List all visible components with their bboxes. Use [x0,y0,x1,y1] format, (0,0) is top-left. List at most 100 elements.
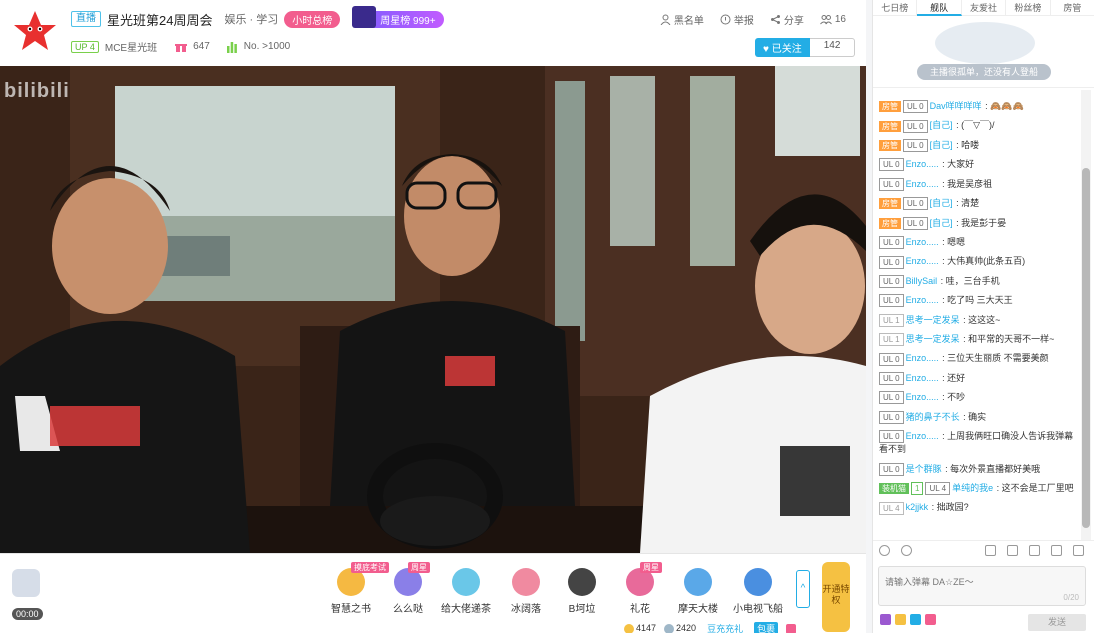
user-badge[interactable]: 房管 [879,198,901,210]
report-button[interactable]: 举报 [720,12,754,27]
user-badge[interactable]: 房管 [879,217,901,229]
gold-icon[interactable] [895,614,906,625]
gift-item[interactable]: B坷垃 [552,568,612,615]
chat-username[interactable]: Enzo..... [906,256,939,266]
user-badge[interactable]: UL 1 [879,313,904,327]
user-badge[interactable]: UL 4 [925,482,951,496]
share-button[interactable]: 分享 [770,12,804,27]
chat-username[interactable]: [自己] [930,218,953,228]
expand-gifts-button[interactable]: ^ [796,570,810,608]
tab-rank[interactable]: 粉丝榜 [1006,0,1051,16]
chat-username[interactable]: [自己] [930,198,953,208]
help-icon[interactable] [910,614,921,625]
hour-rank-button[interactable]: 小时总榜 [284,10,341,28]
chat-username[interactable]: Enzo..... [906,431,939,441]
user-badge[interactable]: UL 0 [879,274,904,288]
tab-rank[interactable]: 七日榜 [873,0,918,16]
chat-username[interactable]: 思考一定发呆 [906,334,960,344]
viewer-count: 16 [819,12,846,27]
block-icon[interactable] [1007,545,1018,556]
palette-icon[interactable] [901,545,912,556]
user-badge[interactable]: UL 0 [879,236,904,250]
window-icon[interactable] [1029,545,1040,556]
chat-username[interactable]: k2jjkk [906,502,929,512]
chat-username[interactable]: Enzo..... [906,353,939,363]
clear-icon[interactable] [1073,545,1084,556]
scrollbar-thumb[interactable] [1082,168,1090,528]
tab-rank[interactable]: 房管 [1050,0,1094,16]
gift-item[interactable]: 冰阔落 [496,568,556,615]
user-badge[interactable]: UL 0 [903,138,928,152]
chat-username[interactable]: 猪的鼻子不长 [906,412,960,422]
user-badge[interactable]: 房管 [879,139,901,151]
user-badge[interactable]: UL 0 [879,352,904,366]
user-badge[interactable]: UL 1 [879,333,904,347]
gift-item[interactable]: 周星 么么哒 [378,562,438,615]
user-badge[interactable]: UL 0 [903,216,928,230]
video-player[interactable]: bilibili [0,66,866,553]
room-category[interactable]: 娱乐 · 学习 [224,11,278,27]
user-badge[interactable]: UL 0 [879,294,904,308]
tab-rank[interactable]: 友爱社 [961,0,1007,16]
chat-username[interactable]: Enzo..... [906,159,939,169]
user-badge[interactable]: UL 0 [879,391,904,405]
blacklist-button[interactable]: 黑名单 [660,12,704,27]
gift-package-icon[interactable] [786,623,797,633]
gift-item[interactable]: 周星 礼花 [610,562,670,615]
user-badge[interactable]: UL 0 [903,100,928,114]
chat-username[interactable]: 思考一定发呆 [906,315,960,325]
danmaku-input[interactable] [879,567,1085,605]
gift-item[interactable]: 给大佬递茶 [436,568,496,615]
chat-username[interactable]: Enzo..... [906,237,939,247]
treasure-box-icon[interactable] [12,569,40,597]
user-badge[interactable]: 1 [911,482,924,496]
gift-item[interactable]: 小电视飞船 [728,568,788,615]
user-badge[interactable]: UL 0 [879,430,904,444]
vip-open-button[interactable]: 开通特权 [822,562,850,632]
user-badge[interactable]: UL 0 [879,372,904,386]
chat-username[interactable]: Enzo..... [906,373,939,383]
follower-count: 142 [809,38,856,57]
fullscreen-icon[interactable] [1051,545,1062,556]
user-badge[interactable]: UL 4 [879,501,904,515]
guard-icon[interactable] [925,614,936,625]
chat-username[interactable]: 单纯的我e [952,483,993,493]
chat-username[interactable]: Enzo..... [906,179,939,189]
package-button[interactable]: 包裹 [754,622,779,633]
user-badge[interactable]: UL 0 [879,462,904,476]
chat-username[interactable]: [自己] [930,120,953,130]
gift-icon [568,568,596,596]
gift-item[interactable]: 摸底考试 智慧之书 [321,562,389,615]
user-badge[interactable]: UL 0 [879,158,904,172]
week-star-button[interactable]: 周星榜 999+ [352,5,444,28]
chat-username[interactable]: [自己] [930,140,953,150]
recharge-link[interactable]: 豆充充礼 [704,622,746,633]
chat-message: UL 1 思考一定发呆 : 这这这~ [879,313,1077,327]
chat-username[interactable]: Enzo..... [906,392,939,402]
user-badge[interactable]: UL 0 [903,197,928,211]
user-badge[interactable]: UL 0 [879,177,904,191]
user-badge[interactable]: 房管 [879,120,901,132]
chat-username[interactable]: BillySail [906,276,938,286]
share-icon [770,15,780,24]
gift-item[interactable]: 摩天大楼 [668,568,728,615]
user-badge[interactable]: 房管 [879,101,901,113]
anchor-name[interactable]: MCE星光班 [105,39,157,54]
medal-icon[interactable] [880,614,891,625]
send-button[interactable]: 发送 [1028,614,1086,631]
room-rank: No. >1000 [243,41,291,52]
chat-message: 房管 UL 0 [自己] : 我是彭于晏 [879,216,1077,230]
follow-button[interactable]: ♥ 已关注 [755,38,810,57]
user-badge[interactable]: UL 0 [879,255,904,269]
settings-icon[interactable] [985,545,996,556]
chat-scrollbar[interactable] [1081,90,1091,540]
user-badge[interactable]: UL 0 [903,119,928,133]
tab-rank[interactable]: 舰队 [917,0,962,16]
chat-username[interactable]: Enzo..... [906,295,939,305]
anchor-avatar[interactable] [12,8,58,54]
user-badge[interactable]: 装机猫 [879,483,909,495]
chat-username[interactable]: Dav咩咩咩咩 [930,101,982,111]
user-badge[interactable]: UL 0 [879,410,904,424]
emoji-icon[interactable] [879,545,890,556]
chat-username[interactable]: 是个群豚 [906,464,942,474]
